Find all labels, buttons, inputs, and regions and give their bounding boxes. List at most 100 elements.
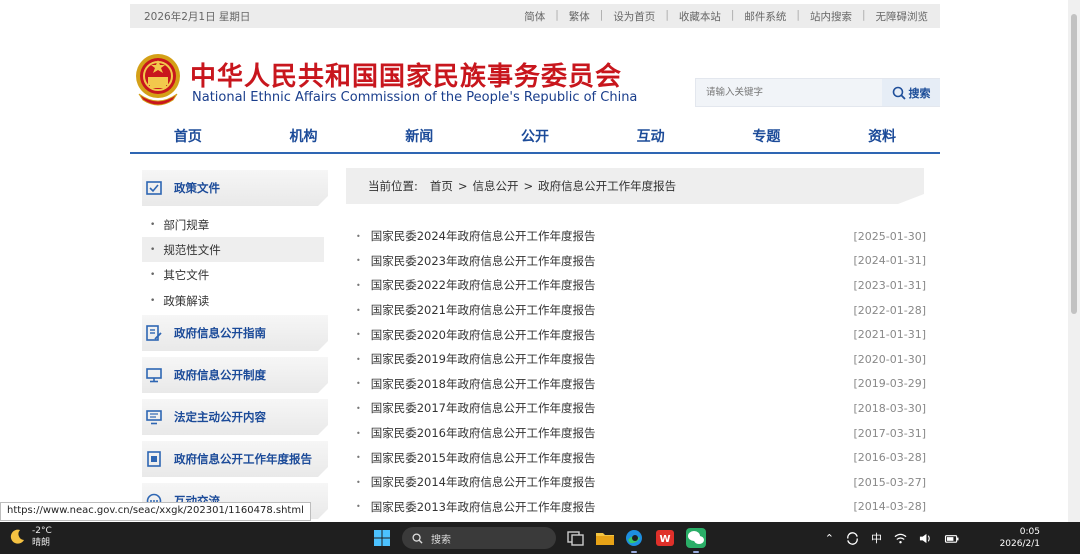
report-date: [2022-01-28] [853,303,926,317]
sidebar-sub-normative[interactable]: 规范性文件 [142,237,324,262]
list-item[interactable]: 国家民委2014年政府信息公开工作年度报告 [2015-03-27] [346,470,926,495]
monitor-icon [146,368,162,383]
sidebar-disclosure-guide[interactable]: 政府信息公开指南 [142,315,328,351]
clock-date: 2026/2/1 [999,539,1040,549]
report-date: [2014-03-28] [853,500,926,514]
breadcrumb-separator: > [523,179,534,193]
list-item[interactable]: 国家民委2019年政府信息公开工作年度报告 [2020-01-30] [346,347,926,372]
nav-topics[interactable]: 专题 [711,126,821,146]
sidebar-disclosure-system[interactable]: 政府信息公开制度 [142,357,328,393]
sidebar-annual-report[interactable]: 政府信息公开工作年度报告 [142,441,328,477]
report-title[interactable]: 国家民委2015年政府信息公开工作年度报告 [346,450,596,466]
sidebar-guide-label: 政府信息公开指南 [174,326,266,340]
taskbar-search[interactable]: 搜索 [402,527,556,549]
search-button[interactable]: 搜索 [882,79,940,106]
list-item[interactable]: 国家民委2016年政府信息公开工作年度报告 [2017-03-31] [346,421,926,446]
report-title[interactable]: 国家民委2017年政府信息公开工作年度报告 [346,400,596,416]
list-item[interactable]: 国家民委2013年政府信息公开工作年度报告 [2014-03-28] [346,495,926,520]
sidebar-statutory-label: 法定主动公开内容 [174,410,266,424]
list-item[interactable]: 国家民委2020年政府信息公开工作年度报告 [2021-01-31] [346,322,926,347]
report-title[interactable]: 国家民委2018年政府信息公开工作年度报告 [346,376,596,392]
link-mail-system[interactable]: 邮件系统 [744,9,786,24]
nav-news[interactable]: 新闻 [364,126,474,146]
list-item[interactable]: 国家民委2024年政府信息公开工作年度报告 [2025-01-30] [346,224,926,249]
list-item[interactable]: 国家民委2015年政府信息公开工作年度报告 [2016-03-28] [346,445,926,470]
main-content: 当前位置: 首页 > 信息公开 > 政府信息公开工作年度报告 国家民委2024年… [346,168,926,522]
link-traditional[interactable]: 繁体 [569,9,590,24]
main-nav: 首页 机构 新闻 公开 互动 专题 资料 [130,120,940,154]
chevron-up-icon[interactable]: ⌃ [825,532,834,545]
sidebar-annual-label: 政府信息公开工作年度报告 [174,452,312,466]
wechat-icon[interactable] [685,527,707,553]
nav-public[interactable]: 公开 [480,126,590,146]
nav-home[interactable]: 首页 [133,126,243,146]
report-title[interactable]: 国家民委2019年政府信息公开工作年度报告 [346,351,596,367]
list-item[interactable]: 国家民委2017年政府信息公开工作年度报告 [2018-03-30] [346,396,926,421]
report-date: [2015-03-27] [853,475,926,489]
sidebar-policy-label: 政策文件 [174,181,220,195]
document-check-icon [146,181,162,195]
task-view-icon[interactable] [565,527,587,549]
report-title[interactable]: 国家民委2022年政府信息公开工作年度报告 [346,277,596,293]
svg-text:W: W [659,534,670,545]
edge-browser-icon[interactable] [623,527,645,553]
nav-organization[interactable]: 机构 [249,126,359,146]
report-date: [2025-01-30] [853,229,926,243]
search-icon [412,532,423,544]
wifi-icon[interactable] [894,532,907,545]
system-tray: ⌃ 中 [813,530,960,546]
breadcrumb: 当前位置: 首页 > 信息公开 > 政府信息公开工作年度报告 [346,168,924,204]
taskbar-search-label: 搜索 [431,534,451,546]
report-date: [2018-03-30] [853,401,926,415]
report-title[interactable]: 国家民委2023年政府信息公开工作年度报告 [346,253,596,269]
current-date: 2026年2月1日 星期日 [144,11,251,23]
report-date: [2023-01-31] [853,278,926,292]
file-explorer-icon[interactable] [594,527,616,549]
breadcrumb-current[interactable]: 政府信息公开工作年度报告 [538,178,676,194]
clock-time: 0:05 [1019,527,1040,537]
battery-icon[interactable] [944,532,960,545]
nav-resources[interactable]: 资料 [827,126,937,146]
search-input[interactable] [696,79,882,106]
top-utility-bar: 2026年2月1日 星期日 简体 | 繁体 | 设为首页 | 收藏本站 | 邮件系统 | … [130,4,940,28]
sync-icon[interactable] [846,531,859,545]
report-title[interactable]: 国家民委2020年政府信息公开工作年度报告 [346,327,596,343]
sidebar-sub-regulations[interactable]: 部门规章 [142,212,324,237]
wps-office-icon[interactable]: W [654,527,676,549]
list-item[interactable]: 国家民委2022年政府信息公开工作年度报告 [2023-01-31] [346,273,926,298]
list-item[interactable]: 国家民委2023年政府信息公开工作年度报告 [2024-01-31] [346,249,926,274]
link-accessibility[interactable]: 无障碍浏览 [876,9,929,24]
sidebar: 政策文件 部门规章 规范性文件 其它文件 政策解读 政府信息公开指南 [130,160,330,522]
ime-indicator[interactable]: 中 [871,530,882,546]
page-scrollbar[interactable] [1068,0,1080,522]
list-item[interactable]: 国家民委2018年政府信息公开工作年度报告 [2019-03-29] [346,372,926,397]
list-item[interactable]: 国家民委2021年政府信息公开工作年度报告 [2022-01-28] [346,298,926,323]
link-set-homepage[interactable]: 设为首页 [613,9,655,24]
nav-interaction[interactable]: 互动 [596,126,706,146]
volume-icon[interactable] [919,532,932,545]
sidebar-sub-other[interactable]: 其它文件 [142,262,324,287]
windows-start-icon[interactable] [374,530,390,546]
report-title[interactable]: 国家民委2016年政府信息公开工作年度报告 [346,425,596,441]
breadcrumb-info-disclosure[interactable]: 信息公开 [473,178,519,194]
sidebar-sub-interpretation[interactable]: 政策解读 [142,288,324,313]
report-title[interactable]: 国家民委2024年政府信息公开工作年度报告 [346,228,596,244]
link-bookmark[interactable]: 收藏本站 [679,9,721,24]
report-book-icon [147,451,161,467]
link-site-search[interactable]: 站内搜索 [810,9,852,24]
link-simplified[interactable]: 简体 [524,9,545,24]
breadcrumb-home[interactable]: 首页 [430,178,453,194]
scrollbar-thumb[interactable] [1071,14,1077,314]
taskbar: -2°C 晴朗 搜索 W ⌃ 中 0:05 2026/2/1 [0,522,1080,554]
search-button-label: 搜索 [908,86,931,100]
system-clock[interactable]: 0:05 2026/2/1 [1000,526,1040,550]
report-title[interactable]: 国家民委2021年政府信息公开工作年度报告 [346,302,596,318]
report-title[interactable]: 国家民委2013年政府信息公开工作年度报告 [346,499,596,515]
web-page: 2026年2月1日 星期日 简体 | 繁体 | 设为首页 | 收藏本站 | 邮件系统 | … [0,0,1068,522]
sidebar-statutory-content[interactable]: 法定主动公开内容 [142,399,328,435]
sidebar-policy-documents[interactable]: 政策文件 [142,170,328,206]
weather-condition: 晴朗 [32,538,51,548]
report-title[interactable]: 国家民委2014年政府信息公开工作年度报告 [346,474,596,490]
report-date: [2016-03-28] [853,451,926,465]
weather-widget[interactable]: -2°C 晴朗 [8,525,52,549]
